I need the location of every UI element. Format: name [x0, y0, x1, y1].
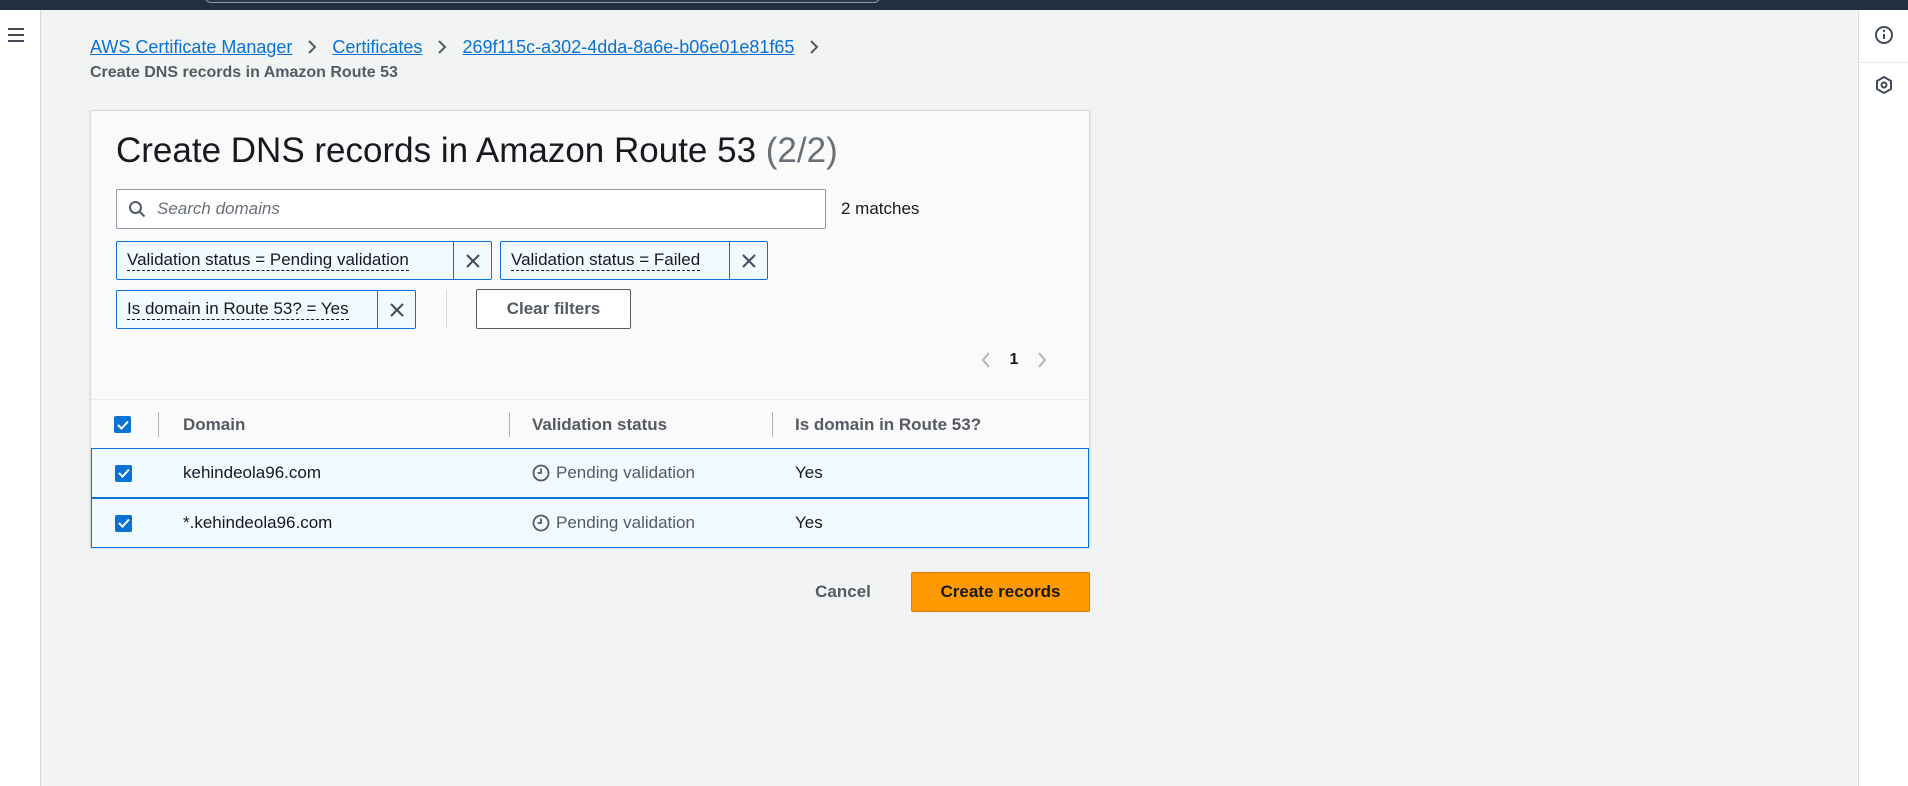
table-row[interactable]: kehindeola96.com Pending validation Yes	[91, 448, 1089, 498]
hamburger-menu-icon[interactable]	[7, 26, 25, 44]
chevron-right-icon	[292, 39, 332, 55]
validation-status-cell: Pending validation	[532, 499, 695, 547]
rail-divider	[1859, 62, 1908, 63]
breadcrumb: AWS Certificate Manager Certificates 269…	[90, 36, 834, 82]
column-divider	[509, 412, 510, 437]
right-tools-rail	[1858, 10, 1908, 786]
row-checkbox[interactable]	[115, 449, 132, 497]
select-all-checkbox[interactable]	[114, 400, 131, 449]
left-navigation-rail	[0, 10, 41, 786]
domains-table: Domain Validation status Is domain in Ro…	[91, 399, 1089, 548]
column-header-validation-status[interactable]: Validation status	[532, 400, 667, 449]
column-header-in-route53[interactable]: Is domain in Route 53?	[795, 400, 981, 449]
close-icon[interactable]	[729, 242, 767, 279]
search-input[interactable]	[157, 191, 825, 227]
validation-status-text: Pending validation	[556, 513, 695, 532]
create-records-button[interactable]: Create records	[911, 572, 1090, 612]
pagination: 1	[976, 349, 1052, 371]
breadcrumb-acm-link[interactable]: AWS Certificate Manager	[90, 37, 292, 58]
breadcrumb-current-page: Create DNS records in Amazon Route 53	[90, 64, 398, 81]
filter-token-route53: Is domain in Route 53? = Yes	[116, 290, 416, 329]
page-number[interactable]: 1	[996, 351, 1032, 369]
cancel-button[interactable]: Cancel	[803, 572, 883, 612]
column-header-domain[interactable]: Domain	[183, 400, 245, 449]
top-navigation-bar	[0, 0, 1908, 10]
matches-count: 2 matches	[841, 199, 920, 218]
in-route53-cell: Yes	[795, 463, 823, 482]
filter-token-pending: Validation status = Pending validation	[116, 241, 492, 280]
column-divider	[158, 412, 159, 437]
global-search-bar[interactable]	[205, 0, 880, 3]
search-icon	[117, 190, 157, 228]
pending-clock-icon	[532, 464, 550, 482]
panel-title-text: Create DNS records in Amazon Route 53	[116, 131, 757, 170]
in-route53-cell: Yes	[795, 513, 823, 532]
chevron-right-icon[interactable]	[1032, 349, 1052, 371]
filter-token-label[interactable]: Is domain in Route 53? = Yes	[117, 291, 377, 328]
close-icon[interactable]	[453, 242, 491, 279]
filter-token-failed: Validation status = Failed	[500, 241, 768, 280]
domain-cell: kehindeola96.com	[183, 463, 321, 482]
row-checkbox[interactable]	[115, 499, 132, 547]
info-icon[interactable]	[1874, 25, 1894, 45]
settings-hexagon-icon[interactable]	[1874, 75, 1894, 95]
column-divider	[772, 412, 773, 437]
breadcrumb-certificates-link[interactable]: Certificates	[332, 37, 422, 58]
validation-status-cell: Pending validation	[532, 449, 695, 497]
table-header: Domain Validation status Is domain in Ro…	[91, 399, 1089, 448]
chevron-right-icon	[794, 39, 834, 55]
close-icon[interactable]	[377, 291, 415, 328]
table-row[interactable]: *.kehindeola96.com Pending validation Ye…	[91, 498, 1089, 548]
clear-filters-button[interactable]: Clear filters	[476, 289, 631, 329]
page-title: Create DNS records in Amazon Route 53 (2…	[116, 131, 838, 171]
chevron-right-icon	[422, 39, 462, 55]
selection-count: (2/2)	[765, 131, 838, 170]
validation-status-text: Pending validation	[556, 463, 695, 482]
filter-divider	[446, 290, 447, 329]
filter-token-label[interactable]: Validation status = Pending validation	[117, 242, 453, 279]
domain-cell: *.kehindeola96.com	[183, 513, 333, 532]
search-domains-field[interactable]	[116, 189, 826, 229]
chevron-left-icon[interactable]	[976, 349, 996, 371]
breadcrumb-certificate-id-link[interactable]: 269f115c-a302-4dda-8a6e-b06e01e81f65	[462, 37, 794, 58]
dns-records-panel: Create DNS records in Amazon Route 53 (2…	[90, 110, 1090, 548]
pending-clock-icon	[532, 514, 550, 532]
filter-token-label[interactable]: Validation status = Failed	[501, 242, 729, 279]
